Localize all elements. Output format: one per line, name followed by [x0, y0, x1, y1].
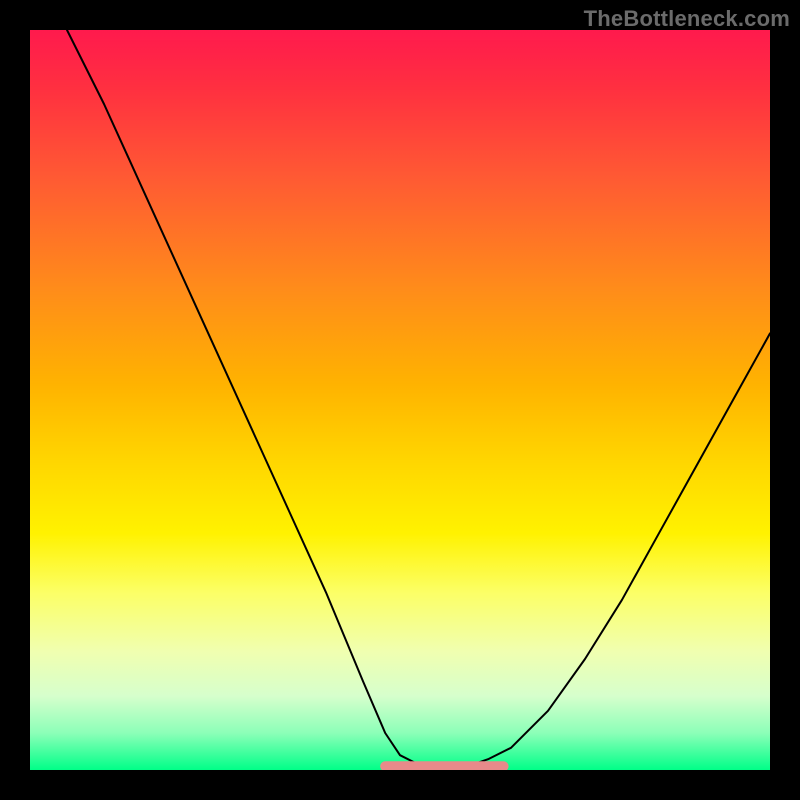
chart-frame: TheBottleneck.com — [0, 0, 800, 800]
watermark-text: TheBottleneck.com — [584, 6, 790, 32]
plot-area — [30, 30, 770, 770]
curve-svg — [30, 30, 770, 770]
bottleneck-curve — [67, 30, 770, 766]
